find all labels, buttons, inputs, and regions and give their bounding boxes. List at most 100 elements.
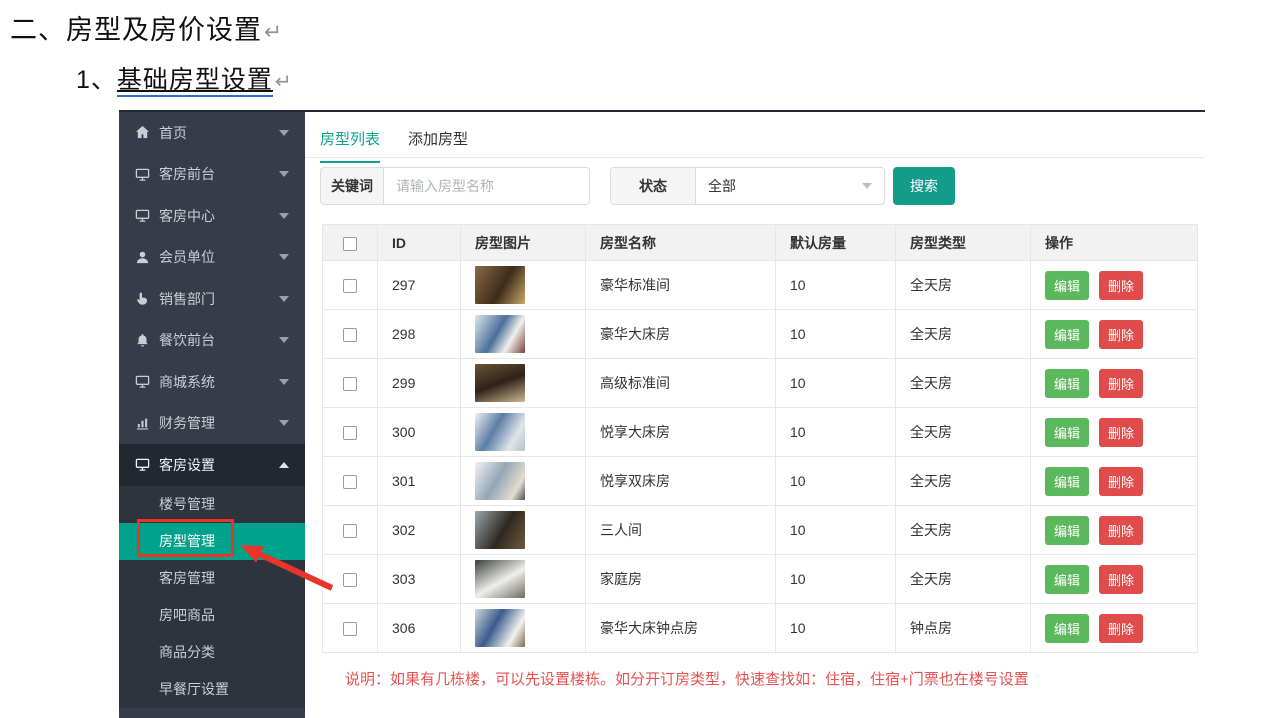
edit-button[interactable]: 编辑: [1045, 417, 1090, 447]
edit-button[interactable]: 编辑: [1045, 270, 1090, 300]
room-photo: [475, 266, 525, 304]
sidebar-submenu: 楼号管理 房型管理 客房管理 房吧商品 商品分类 早餐厅设置: [119, 485, 305, 708]
room-photo: [475, 609, 525, 647]
row-checkbox[interactable]: [343, 573, 357, 588]
chevron-down-icon: [279, 420, 289, 427]
sidebar: 首页 客房前台 客房中心 会员单位 销售部门 餐饮前台 商城系统 财务管理 客房…: [119, 112, 305, 718]
row-checkbox[interactable]: [343, 475, 357, 490]
delete-button[interactable]: 删除: [1099, 368, 1144, 398]
main-content: 房型列表 添加房型 关键词 状态 全部 搜索 ID 房型图片 房型名称: [305, 112, 1205, 718]
room-photo: [475, 315, 525, 353]
cell-id: 303: [377, 554, 461, 604]
col-header-ops: 操作: [1030, 224, 1198, 261]
cell-type: 全天房: [895, 505, 1031, 555]
cell-type: 全天房: [895, 554, 1031, 604]
sidebar-item-member-units[interactable]: 会员单位: [119, 237, 305, 279]
hand-pointer-icon: [135, 291, 150, 306]
cell-type: 全天房: [895, 358, 1031, 408]
cell-type: 全天房: [895, 260, 1031, 310]
chevron-down-icon: [279, 295, 289, 302]
cell-id: 300: [377, 407, 461, 457]
edit-button[interactable]: 编辑: [1045, 319, 1090, 349]
desktop-icon: [135, 457, 150, 472]
cell-name: 悦享双床房: [585, 456, 776, 506]
delete-button[interactable]: 删除: [1099, 319, 1144, 349]
keyword-label: 关键词: [321, 168, 384, 204]
doc-heading-2: 1、基础房型设置 ↵: [76, 60, 293, 97]
table-header-row: ID 房型图片 房型名称 默认房量 房型类型 操作: [322, 224, 1198, 261]
edit-button[interactable]: 编辑: [1045, 515, 1090, 545]
sidebar-subitem-goods-category[interactable]: 商品分类: [119, 634, 305, 671]
sidebar-item-room-center[interactable]: 客房中心: [119, 195, 305, 237]
sidebar-subitem-guestroom-mgmt[interactable]: 客房管理: [119, 560, 305, 597]
delete-button[interactable]: 删除: [1099, 270, 1144, 300]
delete-button[interactable]: 删除: [1099, 417, 1144, 447]
edit-button[interactable]: 编辑: [1045, 613, 1090, 643]
status-label: 状态: [611, 168, 696, 204]
select-all-checkbox[interactable]: [343, 236, 357, 251]
chevron-down-icon: [279, 337, 289, 344]
chevron-down-icon: [279, 129, 289, 136]
sidebar-subitem-breakfast-settings[interactable]: 早餐厅设置: [119, 671, 305, 708]
edit-button[interactable]: 编辑: [1045, 368, 1090, 398]
cell-count: 10: [775, 456, 896, 506]
cell-type: 钟点房: [895, 603, 1031, 653]
tab-divider: [305, 157, 1205, 158]
sidebar-subitem-building-mgmt[interactable]: 楼号管理: [119, 486, 305, 523]
admin-screenshot: 首页 客房前台 客房中心 会员单位 销售部门 餐饮前台 商城系统 财务管理 客房…: [119, 110, 1205, 718]
col-header-name: 房型名称: [585, 224, 776, 261]
sidebar-item-mall-system[interactable]: 商城系统: [119, 361, 305, 403]
status-select[interactable]: 全部: [696, 168, 884, 204]
table-row: 298 豪华大床房 10 全天房 编辑 删除: [322, 309, 1198, 359]
row-checkbox[interactable]: [343, 328, 357, 343]
row-checkbox[interactable]: [343, 622, 357, 637]
sidebar-subitem-roomtype-mgmt[interactable]: 房型管理: [119, 522, 305, 560]
chevron-down-icon: [862, 183, 872, 189]
search-button[interactable]: 搜索: [893, 167, 955, 205]
sidebar-item-dining-frontdesk[interactable]: 餐饮前台: [119, 320, 305, 362]
table-row: 297 豪华标准间 10 全天房 编辑 删除: [322, 260, 1198, 310]
sidebar-item-sales-dept[interactable]: 销售部门: [119, 278, 305, 320]
bar-chart-icon: [135, 416, 150, 431]
table-row: 299 高级标准间 10 全天房 编辑 删除: [322, 358, 1198, 408]
sidebar-item-home[interactable]: 首页: [119, 112, 305, 154]
sidebar-item-finance[interactable]: 财务管理: [119, 403, 305, 445]
sidebar-item-room-frontdesk[interactable]: 客房前台: [119, 154, 305, 196]
edit-button[interactable]: 编辑: [1045, 564, 1090, 594]
bell-icon: [135, 333, 150, 348]
delete-button[interactable]: 删除: [1099, 613, 1144, 643]
sidebar-item-room-settings[interactable]: 客房设置: [119, 444, 305, 486]
cell-count: 10: [775, 309, 896, 359]
cell-id: 297: [377, 260, 461, 310]
cell-type: 全天房: [895, 407, 1031, 457]
cell-name: 高级标准间: [585, 358, 776, 408]
room-photo: [475, 462, 525, 500]
chevron-down-icon: [279, 378, 289, 385]
cell-count: 10: [775, 407, 896, 457]
sidebar-subitem-minibar-goods[interactable]: 房吧商品: [119, 597, 305, 634]
table-row: 302 三人间 10 全天房 编辑 删除: [322, 505, 1198, 555]
row-checkbox[interactable]: [343, 377, 357, 392]
row-checkbox[interactable]: [343, 279, 357, 294]
room-photo: [475, 511, 525, 549]
return-mark: ↵: [264, 19, 284, 44]
cell-name: 豪华大床房: [585, 309, 776, 359]
edit-button[interactable]: 编辑: [1045, 466, 1090, 496]
delete-button[interactable]: 删除: [1099, 466, 1144, 496]
delete-button[interactable]: 删除: [1099, 515, 1144, 545]
doc-heading-2-underlined: 基础房型设置: [116, 66, 273, 97]
cell-count: 10: [775, 603, 896, 653]
row-checkbox[interactable]: [343, 426, 357, 441]
status-selected-value: 全部: [708, 178, 736, 194]
cell-name: 三人间: [585, 505, 776, 555]
keyword-input[interactable]: [384, 168, 589, 204]
row-checkbox[interactable]: [343, 524, 357, 539]
cell-count: 10: [775, 505, 896, 555]
room-photo: [475, 560, 525, 598]
cell-count: 10: [775, 260, 896, 310]
cell-type: 全天房: [895, 309, 1031, 359]
table-row: 303 家庭房 10 全天房 编辑 删除: [322, 554, 1198, 604]
delete-button[interactable]: 删除: [1099, 564, 1144, 594]
col-header-type: 房型类型: [895, 224, 1031, 261]
cell-type: 全天房: [895, 456, 1031, 506]
